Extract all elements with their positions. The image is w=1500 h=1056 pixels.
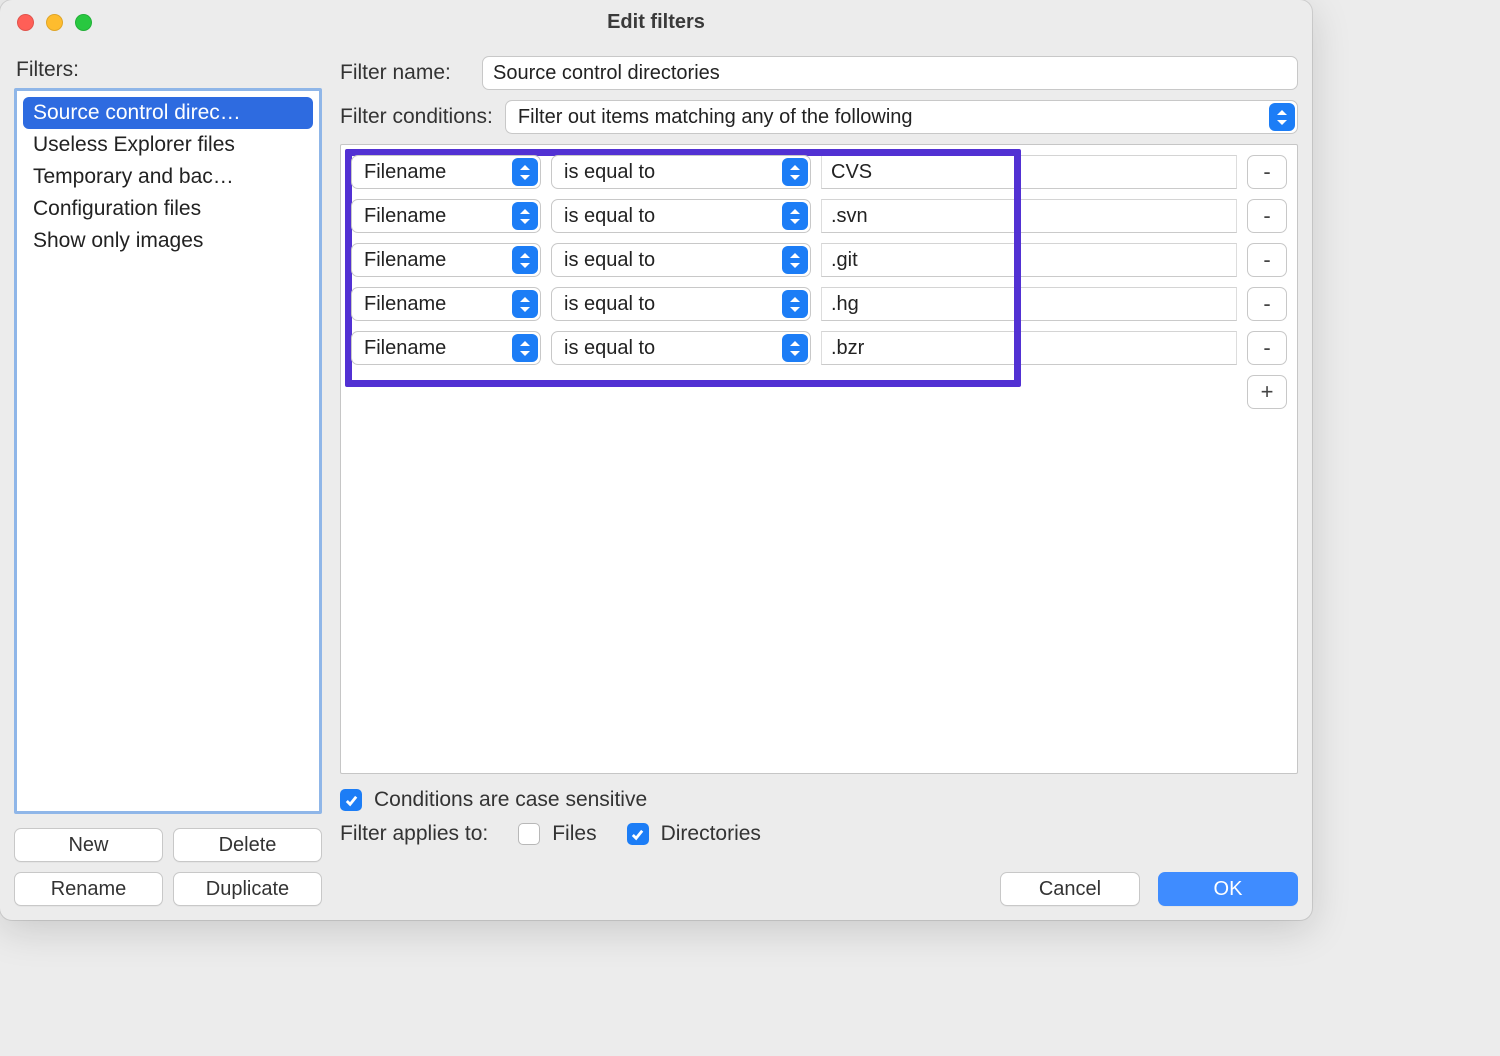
condition-value-input[interactable] <box>821 155 1237 189</box>
condition-row: Filename is equal to - <box>351 155 1287 189</box>
applies-to-directories-label: Directories <box>661 822 761 846</box>
filter-name-input[interactable] <box>482 56 1298 90</box>
chevron-updown-icon <box>782 290 808 318</box>
maximize-window-button[interactable] <box>75 14 92 31</box>
chevron-updown-icon <box>512 290 538 318</box>
add-condition-button[interactable]: + <box>1247 375 1287 409</box>
condition-field-value: Filename <box>364 337 446 360</box>
condition-operator-select[interactable]: is equal to <box>551 243 811 277</box>
filter-conditions-value: Filter out items matching any of the fol… <box>518 106 913 129</box>
filters-list-item[interactable]: Useless Explorer files <box>23 129 313 161</box>
condition-field-select[interactable]: Filename <box>351 243 541 277</box>
cancel-button[interactable]: Cancel <box>1000 872 1140 906</box>
applies-to-directories-checkbox[interactable] <box>627 823 649 845</box>
condition-value-input[interactable] <box>821 287 1237 321</box>
condition-field-select[interactable]: Filename <box>351 331 541 365</box>
condition-value-input[interactable] <box>821 331 1237 365</box>
condition-field-select[interactable]: Filename <box>351 155 541 189</box>
condition-operator-select[interactable]: is equal to <box>551 287 811 321</box>
condition-operator-value: is equal to <box>564 161 655 184</box>
condition-field-select[interactable]: Filename <box>351 287 541 321</box>
ok-button[interactable]: OK <box>1158 872 1298 906</box>
close-window-button[interactable] <box>17 14 34 31</box>
remove-condition-button[interactable]: - <box>1247 243 1287 277</box>
filters-panel: Filters: Source control direc…Useless Ex… <box>14 56 322 906</box>
condition-row: Filename is equal to - <box>351 331 1287 365</box>
delete-button[interactable]: Delete <box>173 828 322 862</box>
remove-condition-button[interactable]: - <box>1247 331 1287 365</box>
window-title: Edit filters <box>0 11 1312 34</box>
condition-row: Filename is equal to - <box>351 199 1287 233</box>
conditions-box: Filename is equal to - Filename is equal to -… <box>340 144 1298 774</box>
chevron-updown-icon <box>782 202 808 230</box>
rename-button[interactable]: Rename <box>14 872 163 906</box>
edit-filters-dialog: Edit filters Filters: Source control dir… <box>0 0 1312 920</box>
filters-list-buttons: New Delete Rename Duplicate <box>14 828 322 906</box>
condition-operator-value: is equal to <box>564 205 655 228</box>
applies-to-label: Filter applies to: <box>340 822 488 846</box>
chevron-updown-icon <box>1269 103 1295 131</box>
chevron-updown-icon <box>512 246 538 274</box>
condition-row: Filename is equal to - <box>351 287 1287 321</box>
condition-value-input[interactable] <box>821 243 1237 277</box>
applies-to-files-checkbox[interactable] <box>518 823 540 845</box>
condition-value-input[interactable] <box>821 199 1237 233</box>
condition-field-value: Filename <box>364 293 446 316</box>
condition-field-value: Filename <box>364 249 446 272</box>
filters-list-item[interactable]: Temporary and bac… <box>23 161 313 193</box>
duplicate-button[interactable]: Duplicate <box>173 872 322 906</box>
chevron-updown-icon <box>512 334 538 362</box>
filter-conditions-select[interactable]: Filter out items matching any of the fol… <box>505 100 1298 134</box>
condition-operator-select[interactable]: is equal to <box>551 331 811 365</box>
filter-editor: Filter name: Filter conditions: Filter o… <box>340 56 1298 906</box>
condition-field-value: Filename <box>364 205 446 228</box>
applies-to-files-label: Files <box>552 822 596 846</box>
condition-operator-value: is equal to <box>564 249 655 272</box>
chevron-updown-icon <box>782 158 808 186</box>
remove-condition-button[interactable]: - <box>1247 287 1287 321</box>
chevron-updown-icon <box>512 158 538 186</box>
chevron-updown-icon <box>512 202 538 230</box>
window-controls <box>17 0 92 45</box>
filters-list-item[interactable]: Source control direc… <box>23 97 313 129</box>
chevron-updown-icon <box>782 246 808 274</box>
new-button[interactable]: New <box>14 828 163 862</box>
remove-condition-button[interactable]: - <box>1247 155 1287 189</box>
filter-conditions-label: Filter conditions: <box>340 105 493 129</box>
filter-name-label: Filter name: <box>340 61 470 85</box>
titlebar: Edit filters <box>0 0 1312 46</box>
condition-field-select[interactable]: Filename <box>351 199 541 233</box>
case-sensitive-checkbox[interactable] <box>340 789 362 811</box>
condition-field-value: Filename <box>364 161 446 184</box>
condition-operator-value: is equal to <box>564 293 655 316</box>
condition-operator-select[interactable]: is equal to <box>551 199 811 233</box>
filters-list[interactable]: Source control direc…Useless Explorer fi… <box>14 88 322 814</box>
filters-label: Filters: <box>14 56 322 88</box>
chevron-updown-icon <box>782 334 808 362</box>
filters-list-item[interactable]: Show only images <box>23 225 313 257</box>
minimize-window-button[interactable] <box>46 14 63 31</box>
condition-operator-select[interactable]: is equal to <box>551 155 811 189</box>
condition-operator-value: is equal to <box>564 337 655 360</box>
case-sensitive-label: Conditions are case sensitive <box>374 788 647 812</box>
remove-condition-button[interactable]: - <box>1247 199 1287 233</box>
condition-row: Filename is equal to - <box>351 243 1287 277</box>
filters-list-item[interactable]: Configuration files <box>23 193 313 225</box>
